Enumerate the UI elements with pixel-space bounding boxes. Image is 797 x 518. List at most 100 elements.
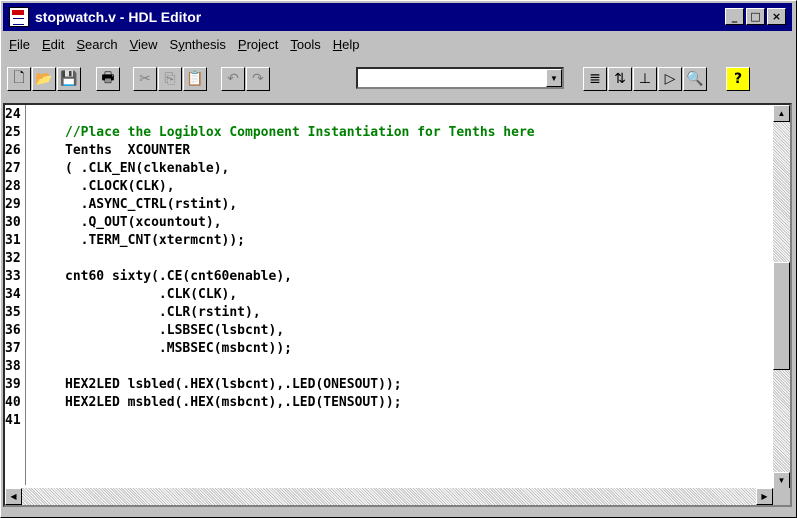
code-line[interactable]: 33 cnt60 sixty(.CE(cnt60enable),	[5, 269, 765, 287]
code-line[interactable]: 31 .TERM_CNT(xtermcnt));	[5, 233, 765, 251]
code-line[interactable]: 39 HEX2LED lsbled(.HEX(lsbcnt),.LED(ONESO…	[5, 377, 765, 395]
line-number: 32	[5, 251, 21, 266]
code-text: .LSBSEC(lsbcnt),	[65, 323, 285, 338]
scroll-right-icon[interactable]: ▶	[756, 488, 773, 505]
line-number: 31	[5, 233, 21, 248]
menu-item-search[interactable]: Search	[70, 37, 123, 52]
scrollbar-corner	[773, 488, 790, 505]
print-icon[interactable]: 🖶	[96, 67, 120, 91]
line-number: 29	[5, 197, 21, 212]
title-bar[interactable]: stopwatch.v - HDL Editor _ □ ×	[3, 3, 792, 31]
line-number: 39	[5, 377, 21, 392]
code-text: .TERM_CNT(xtermcnt));	[65, 233, 246, 248]
code-text: .CLK(CLK),	[65, 287, 238, 302]
menu-accelerator: H	[332, 36, 343, 52]
code-text: .CLOCK(CLK),	[65, 179, 175, 194]
line-number: 36	[5, 323, 21, 338]
toolbar-combo-box[interactable]: ▼	[356, 67, 564, 89]
create-macro-icon[interactable]: ▷	[658, 67, 682, 91]
menu-accelerator: S	[76, 36, 86, 52]
code-text: .Q_OUT(xcountout),	[65, 215, 222, 230]
horizontal-scrollbar[interactable]: ◀ ▶	[5, 488, 773, 505]
undo-icon[interactable]: ↶	[221, 67, 245, 91]
code-text: .ASYNC_CTRL(rstint),	[65, 197, 238, 212]
line-number: 24	[5, 107, 21, 122]
code-line[interactable]: 38	[5, 359, 765, 377]
code-line[interactable]: 28 .CLOCK(CLK),	[5, 179, 765, 197]
line-number: 41	[5, 413, 21, 428]
code-text: cnt60 sixty(.CE(cnt60enable),	[65, 269, 292, 284]
code-line[interactable]: 25 //Place the Logiblox Component Instant…	[5, 125, 765, 143]
code-line[interactable]: 34 .CLK(CLK),	[5, 287, 765, 305]
copy-icon[interactable]: ⎘	[158, 67, 182, 91]
menu-item-help[interactable]: Help	[327, 37, 366, 52]
app-document-icon[interactable]	[9, 7, 29, 27]
menu-item-synthesis[interactable]: Synthesis	[164, 37, 232, 52]
menu-item-file[interactable]: File	[3, 37, 36, 52]
code-line[interactable]: 37 .MSBSEC(msbcnt));	[5, 341, 765, 359]
code-text: ( .CLK_EN(clkenable),	[65, 161, 230, 176]
scroll-down-icon[interactable]: ▼	[773, 472, 790, 489]
code-text: HEX2LED msbled(.HEX(msbcnt),.LED(TENSOUT…	[65, 395, 402, 410]
save-icon[interactable]: 💾	[57, 67, 81, 91]
maximize-button[interactable]: □	[746, 8, 765, 25]
menu-bar: File Edit Search View Synthesis Project Tools H…	[3, 33, 365, 55]
synthesis-icon[interactable]: ⇅	[608, 67, 632, 91]
code-text: .CLR(rstint),	[65, 305, 261, 320]
line-number: 26	[5, 143, 21, 158]
redo-icon[interactable]: ↷	[246, 67, 270, 91]
new-file-icon[interactable]: 🗋	[7, 67, 31, 91]
vertical-scrollbar[interactable]: ▲ ▼	[773, 105, 790, 489]
code-text: .MSBSEC(msbcnt));	[65, 341, 292, 356]
line-number: 27	[5, 161, 21, 176]
line-number: 40	[5, 395, 21, 410]
language-assistant-icon[interactable]: ≣	[583, 67, 607, 91]
code-text: HEX2LED lsbled(.HEX(lsbcnt),.LED(ONESOUT…	[65, 377, 402, 392]
code-line[interactable]: 41	[5, 413, 765, 431]
code-line[interactable]: 30 .Q_OUT(xcountout),	[5, 215, 765, 233]
code-editor[interactable]: 24 25 //Place the Logiblox Component Insta…	[3, 103, 792, 507]
line-number: 37	[5, 341, 21, 356]
scroll-up-icon[interactable]: ▲	[773, 105, 790, 122]
code-line[interactable]: 27 ( .CLK_EN(clkenable),	[5, 161, 765, 179]
chevron-down-icon[interactable]: ▼	[546, 69, 562, 87]
line-number: 33	[5, 269, 21, 284]
menu-accelerator: T	[290, 36, 297, 52]
code-text: Tenths XCOUNTER	[65, 143, 191, 158]
line-number: 28	[5, 179, 21, 194]
menu-accelerator: E	[41, 36, 51, 52]
menu-accelerator: V	[129, 36, 139, 52]
paste-icon[interactable]: 📋	[183, 67, 207, 91]
line-number: 38	[5, 359, 21, 374]
code-line[interactable]: 29 .ASYNC_CTRL(rstint),	[5, 197, 765, 215]
code-line[interactable]: 32	[5, 251, 765, 269]
vertical-scroll-thumb[interactable]	[773, 262, 790, 371]
code-text: //Place the Logiblox Component Instantia…	[65, 125, 535, 140]
menu-accelerator: y	[178, 36, 185, 52]
find-icon[interactable]: 🔍	[683, 67, 707, 91]
code-line[interactable]: 35 .CLR(rstint),	[5, 305, 765, 323]
line-number: 35	[5, 305, 21, 320]
menu-item-project[interactable]: Project	[232, 37, 284, 52]
cut-icon[interactable]: ✂	[133, 67, 157, 91]
menu-item-edit[interactable]: Edit	[36, 37, 70, 52]
open-folder-icon[interactable]: 📂	[32, 67, 56, 91]
close-button[interactable]: ×	[767, 8, 786, 25]
code-line[interactable]: 36 .LSBSEC(lsbcnt),	[5, 323, 765, 341]
scroll-left-icon[interactable]: ◀	[5, 488, 22, 505]
line-number: 34	[5, 287, 21, 302]
menu-item-view[interactable]: View	[124, 37, 164, 52]
check-syntax-icon[interactable]: ⊥	[633, 67, 657, 91]
line-number: 30	[5, 215, 21, 230]
code-line[interactable]: 26 Tenths XCOUNTER	[5, 143, 765, 161]
help-icon[interactable]: ?	[726, 67, 750, 91]
menu-accelerator: F	[9, 36, 17, 52]
menu-accelerator: P	[237, 36, 247, 52]
window-title: stopwatch.v - HDL Editor	[35, 9, 202, 25]
hdl-editor-window: stopwatch.v - HDL Editor _ □ × File Edit S…	[0, 0, 797, 518]
line-number: 25	[5, 125, 21, 140]
code-line[interactable]: 24	[5, 107, 765, 125]
menu-item-tools[interactable]: Tools	[284, 37, 326, 52]
code-line[interactable]: 40 HEX2LED msbled(.HEX(msbcnt),.LED(TENSO…	[5, 395, 765, 413]
minimize-button[interactable]: _	[725, 8, 744, 25]
